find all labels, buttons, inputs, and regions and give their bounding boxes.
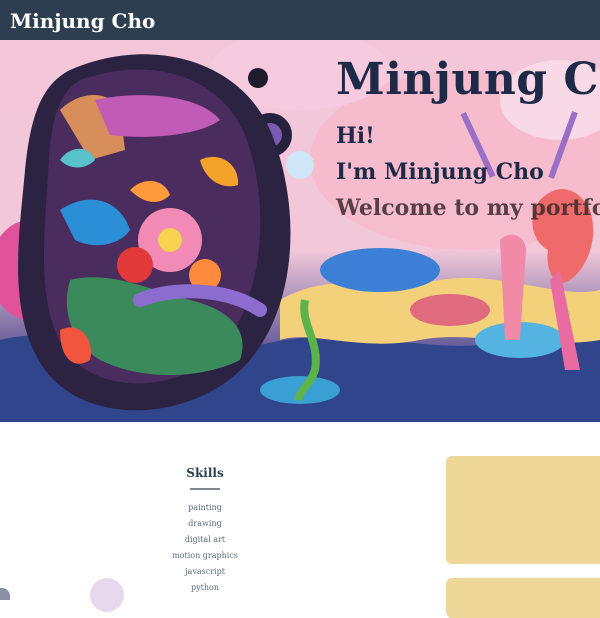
- hero-welcome: Welcome to my portfolio: [336, 195, 600, 221]
- skill-item: javascript: [185, 567, 225, 576]
- skills-divider: [190, 488, 220, 490]
- skill-item: python: [191, 583, 219, 592]
- hero-banner: Minjung Cho Hi! I'm Minjung Cho Welcome …: [0, 40, 600, 422]
- skill-item: painting: [188, 503, 222, 512]
- skills-panel: Skills painting drawing digital art moti…: [150, 466, 260, 596]
- hero-title: Minjung Cho: [336, 54, 600, 105]
- hero-greeting: Hi!: [336, 123, 375, 149]
- skill-item: drawing: [188, 519, 222, 528]
- hero-intro: I'm Minjung Cho: [336, 159, 544, 185]
- decorative-circle: [90, 578, 124, 612]
- project-card[interactable]: [446, 456, 600, 564]
- brand-name[interactable]: Minjung Cho: [10, 9, 155, 33]
- skills-title: Skills: [186, 466, 224, 480]
- skill-item: digital art: [184, 535, 226, 544]
- project-card[interactable]: [446, 578, 600, 618]
- hero-text-block: Minjung Cho Hi! I'm Minjung Cho Welcome …: [336, 54, 600, 221]
- skill-item: motion graphics: [172, 551, 238, 560]
- top-nav-bar: Minjung Cho: [0, 0, 600, 40]
